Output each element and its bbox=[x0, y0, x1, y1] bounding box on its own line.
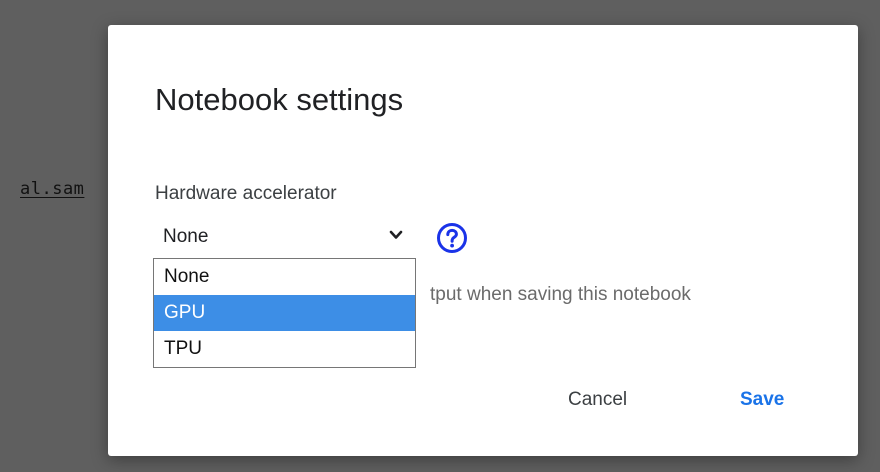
cancel-button[interactable]: Cancel bbox=[568, 389, 627, 411]
save-button[interactable]: Save bbox=[740, 389, 784, 411]
background-code-text: al.sam bbox=[20, 179, 85, 199]
omit-output-checkbox-label[interactable]: tput when saving this notebook bbox=[430, 284, 691, 306]
dropdown-option-none[interactable]: None bbox=[154, 259, 415, 295]
hardware-accelerator-dropdown: None GPU TPU bbox=[153, 258, 416, 368]
dropdown-option-tpu[interactable]: TPU bbox=[154, 331, 415, 367]
dialog-title: Notebook settings bbox=[155, 82, 404, 117]
notebook-settings-dialog: Notebook settings Hardware accelerator N… bbox=[108, 25, 858, 456]
select-current-value: None bbox=[163, 226, 209, 247]
hardware-accelerator-label: Hardware accelerator bbox=[155, 183, 337, 204]
hardware-accelerator-select[interactable]: None bbox=[155, 221, 413, 253]
dropdown-option-gpu[interactable]: GPU bbox=[154, 295, 415, 331]
help-circle-icon[interactable] bbox=[436, 222, 468, 254]
backdrop bbox=[0, 0, 112, 472]
chevron-down-icon bbox=[389, 230, 403, 239]
